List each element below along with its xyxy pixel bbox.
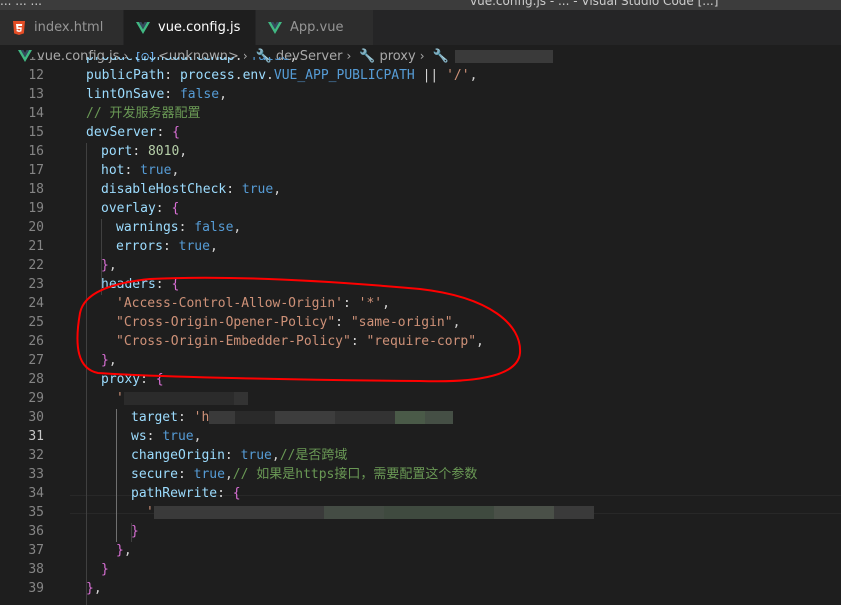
html5-icon [13,20,25,35]
tab-app-vue[interactable]: App.vue [256,10,374,45]
vue-icon [268,21,282,34]
tab-index-html[interactable]: index.html [0,10,124,45]
code-editor[interactable]: 11productionSourceMap: false,12publicPat… [0,57,841,605]
tab-label: index.html [34,20,104,35]
vue-icon [136,21,150,34]
red-ellipse-annotation [76,276,522,383]
tab-label: vue.config.js [158,20,241,35]
window-title: vue.config.js - ... - Visual Studio Code… [470,0,719,8]
tab-label: App.vue [290,20,344,35]
menu-fragment[interactable]: ... ... ... [0,0,42,8]
tab-vue-config-js[interactable]: vue.config.js [124,10,256,45]
editor-tab-bar: index.html vue.config.js App.vue [0,10,841,45]
title-bar: ... ... ... vue.config.js - ... - Visual… [0,0,841,10]
